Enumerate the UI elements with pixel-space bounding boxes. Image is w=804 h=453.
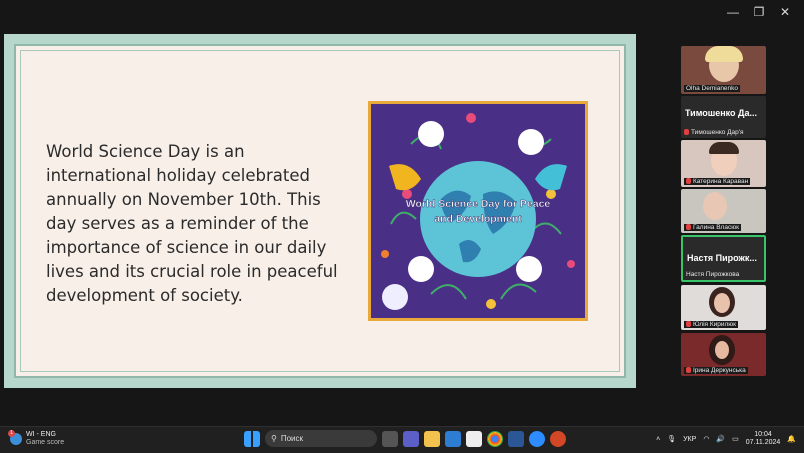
- weather-widget[interactable]: 1 WI - ENG Game score: [8, 430, 65, 447]
- participant-tile[interactable]: Olha Demianenko: [681, 46, 766, 94]
- participant-video: [703, 192, 727, 220]
- weather-icon: 1: [8, 430, 22, 445]
- word-icon[interactable]: [508, 430, 524, 447]
- chevron-up-icon[interactable]: ˄: [656, 436, 660, 443]
- participant-name-row: Галина Власюк: [684, 224, 741, 231]
- participant-name: Olha Demianenko: [684, 85, 741, 92]
- participant-tile[interactable]: Галина Власюк: [681, 189, 766, 233]
- participant-name-row: Ірина Деркунська: [684, 367, 748, 374]
- wifi-icon[interactable]: ◠: [703, 435, 709, 443]
- taskbar: 1 WI - ENG Game score ⚲ Поиск ˄ 🎙 УКР ◠ …: [0, 426, 804, 453]
- microscope-icon: [408, 256, 434, 282]
- face-shape: [714, 293, 730, 313]
- cells-icon: [516, 256, 542, 282]
- notification-badge: 1: [8, 430, 15, 437]
- participant-big-name: Настя Пирожк...: [687, 253, 757, 263]
- windows-start-icon[interactable]: [244, 430, 260, 447]
- minimize-button[interactable]: —: [720, 4, 746, 20]
- mic-off-icon: [684, 129, 689, 136]
- mic-off-icon: [686, 224, 691, 231]
- taskbar-apps: ⚲ Поиск: [244, 430, 566, 447]
- face-shape: [715, 341, 729, 359]
- language-indicator[interactable]: УКР: [683, 436, 696, 443]
- mic-off-icon: [686, 321, 691, 328]
- mic-off-icon: [686, 367, 691, 374]
- mic-icon[interactable]: 🎙: [667, 435, 676, 443]
- widget-line1: WI - ENG: [26, 431, 56, 438]
- close-button[interactable]: ✕: [772, 4, 798, 20]
- slide-text-line: lives and its crucial role in peaceful: [46, 262, 338, 281]
- participant-tile[interactable]: Юлія Кирилюк: [681, 285, 766, 330]
- unesco-logo: [382, 284, 408, 310]
- clock-time: 10:04: [754, 431, 772, 438]
- participant-name: Настя Пирожкова: [686, 271, 740, 278]
- task-view-icon[interactable]: [382, 430, 398, 447]
- participant-name: Ірина Деркунська: [693, 367, 746, 374]
- participant-tile[interactable]: Ірина Деркунська: [681, 333, 766, 376]
- volume-icon[interactable]: 🔊: [716, 435, 725, 443]
- slide-text-line: day serves as a reminder of the: [46, 214, 309, 233]
- participant-tile[interactable]: Катерина Караван: [681, 140, 766, 187]
- participant-name: Юлія Кирилюк: [693, 321, 737, 328]
- hair-shape: [709, 142, 739, 154]
- chrome-icon[interactable]: [487, 430, 503, 447]
- participant-name: Тимошенко Дар'я: [691, 129, 744, 136]
- app-icon[interactable]: [466, 430, 482, 447]
- participant-tile[interactable]: Тимошенко Да... Тимошенко Дар'я: [681, 96, 766, 138]
- teams-icon[interactable]: [403, 430, 419, 447]
- participant-name-row: Катерина Караван: [684, 178, 751, 185]
- slide-text-line: World Science Day is an: [46, 142, 245, 161]
- slide-text-line: international holiday celebrated: [46, 166, 311, 185]
- zoom-icon[interactable]: [529, 430, 545, 447]
- mic-off-icon: [686, 178, 691, 185]
- search-icon: ⚲: [271, 434, 277, 443]
- clock-date: 07.11.2024: [745, 439, 781, 446]
- lightbulb-icon: [518, 129, 544, 155]
- restore-button[interactable]: ❐: [746, 4, 772, 20]
- slide-text-line: development of society.: [46, 286, 243, 305]
- powerpoint-icon[interactable]: [550, 430, 566, 447]
- slide-text-line: importance of science in our daily: [46, 238, 327, 257]
- notifications-icon[interactable]: 🔔: [787, 435, 796, 443]
- participant-name: Катерина Караван: [693, 178, 749, 185]
- taskbar-search[interactable]: ⚲ Поиск: [265, 430, 377, 447]
- slide-text-line: annually on November 10th. This: [46, 190, 321, 209]
- clock[interactable]: 10:04 07.11.2024: [746, 431, 781, 447]
- system-tray: ˄ 🎙 УКР ◠ 🔊 ▭ 10:04 07.11.2024 🔔: [656, 431, 796, 447]
- window-controls: — ❐ ✕: [720, 4, 798, 20]
- participant-name: Галина Власюк: [693, 224, 739, 231]
- participant-name-row: Юлія Кирилюк: [684, 321, 739, 328]
- widget-line2: Game score: [26, 439, 65, 446]
- participant-big-name: Тимошенко Да...: [685, 108, 757, 118]
- participant-tile-active[interactable]: Настя Пирожк... Настя Пирожкова: [681, 235, 766, 282]
- poster-title-line: World Science Day for Peace: [406, 198, 551, 210]
- participant-name-row: Тимошенко Дар'я: [684, 129, 744, 136]
- search-placeholder: Поиск: [280, 434, 304, 443]
- battery-icon[interactable]: ▭: [732, 435, 739, 443]
- file-explorer-icon[interactable]: [424, 430, 440, 447]
- store-icon[interactable]: [445, 430, 461, 447]
- dna-icon: [418, 121, 444, 147]
- hair-shape: [705, 46, 743, 62]
- science-day-poster: World Science Day for Peace and Developm…: [368, 101, 588, 321]
- slide-body-text: World Science Day is an international ho…: [46, 140, 346, 308]
- poster-title-line: and Development: [434, 213, 522, 225]
